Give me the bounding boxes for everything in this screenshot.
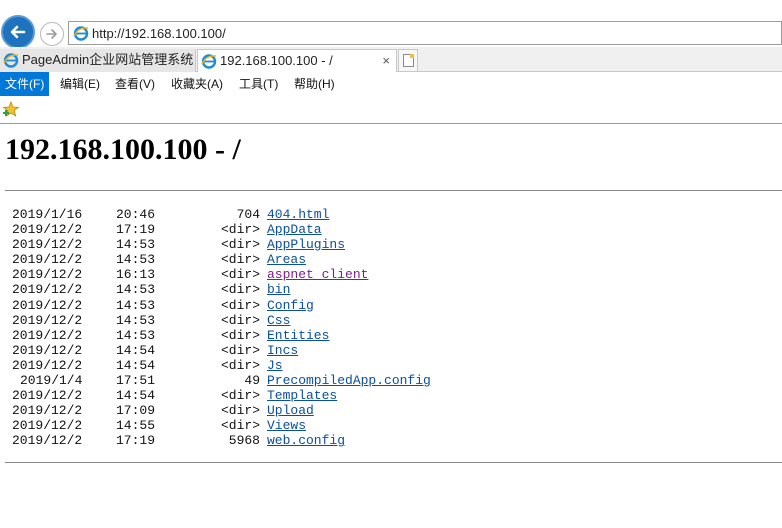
ie-logo-icon bbox=[201, 54, 217, 69]
entry-time: 14:55 bbox=[116, 418, 156, 434]
entry-link[interactable]: web.config bbox=[267, 433, 345, 448]
entry-time: 14:53 bbox=[116, 327, 156, 343]
entry-size: <dir> bbox=[220, 403, 260, 419]
entry-date: 2019/12/2 bbox=[12, 222, 83, 238]
address-bar[interactable]: http://192.168.100.100/ bbox=[68, 21, 782, 45]
menu-tools[interactable]: 工具(T) bbox=[234, 72, 283, 96]
add-to-favorites-icon[interactable] bbox=[2, 101, 20, 117]
entry-time: 17:51 bbox=[116, 373, 156, 389]
entry-time: 16:13 bbox=[116, 267, 156, 283]
entry-size: <dir> bbox=[220, 282, 260, 298]
entry-date: 2019/12/2 bbox=[12, 297, 83, 313]
entry-link[interactable]: 404.html bbox=[267, 207, 329, 222]
ie-logo-icon bbox=[3, 53, 19, 68]
entry-date: 2019/1/16 bbox=[12, 207, 83, 222]
entry-link[interactable]: Incs bbox=[267, 343, 298, 358]
entry-size: <dir> bbox=[220, 418, 260, 434]
entry-date: 2019/12/2 bbox=[12, 357, 83, 373]
entry-date: 2019/12/2 bbox=[12, 252, 83, 268]
divider bbox=[5, 462, 782, 463]
entry-date: 2019/12/2 bbox=[12, 267, 83, 283]
menu-help[interactable]: 帮助(H) bbox=[289, 72, 340, 96]
entry-time: 14:53 bbox=[116, 252, 156, 268]
entry-time: 17:19 bbox=[116, 433, 156, 449]
tab-strip: PageAdmin企业网站管理系统 192.168.100.100 - / × bbox=[0, 47, 782, 72]
entry-time: 17:19 bbox=[116, 222, 156, 238]
entry-time: 14:54 bbox=[116, 388, 156, 404]
entry-time: 14:54 bbox=[116, 342, 156, 358]
menu-file[interactable]: 文件(F) bbox=[0, 72, 50, 96]
entry-time: 20:46 bbox=[116, 207, 156, 222]
tab-label: PageAdmin企业网站管理系统 bbox=[22, 52, 194, 67]
entry-link[interactable]: Templates bbox=[267, 388, 337, 403]
entry-date: 2019/12/2 bbox=[12, 433, 83, 449]
entry-date: 2019/12/2 bbox=[12, 312, 83, 328]
entry-time: 14:53 bbox=[116, 282, 156, 298]
back-button[interactable] bbox=[1, 15, 35, 49]
entry-size: <dir> bbox=[220, 357, 260, 373]
entry-link[interactable]: AppPlugins bbox=[267, 237, 345, 252]
forward-button[interactable] bbox=[40, 22, 64, 46]
entry-size: <dir> bbox=[220, 252, 260, 268]
entry-time: 14:53 bbox=[116, 312, 156, 328]
entry-link[interactable]: Js bbox=[267, 358, 283, 373]
entry-size: <dir> bbox=[220, 327, 260, 343]
entry-size: <dir> bbox=[220, 237, 260, 253]
entry-link[interactable]: bin bbox=[267, 282, 290, 297]
url-text[interactable]: http://192.168.100.100/ bbox=[92, 26, 226, 41]
entry-date: 2019/12/2 bbox=[12, 237, 83, 253]
entry-size: <dir> bbox=[220, 312, 260, 328]
entry-date: 2019/12/2 bbox=[12, 388, 83, 404]
entry-size: 49 bbox=[244, 373, 260, 389]
entry-date: 2019/12/2 bbox=[12, 403, 83, 419]
close-tab-icon[interactable]: × bbox=[382, 50, 390, 72]
entry-size: <dir> bbox=[220, 267, 260, 283]
menu-favorites[interactable]: 收藏夹(A) bbox=[166, 72, 228, 96]
entry-size: <dir> bbox=[220, 342, 260, 358]
entry-link[interactable]: PrecompiledApp.config bbox=[267, 373, 431, 388]
entry-date: 2019/12/2 bbox=[12, 282, 83, 298]
entry-date: 2019/1/4 bbox=[20, 373, 83, 389]
divider bbox=[5, 190, 782, 191]
menu-bar: 文件(F) 编辑(E) 查看(V) 收藏夹(A) 工具(T) 帮助(H) bbox=[0, 72, 782, 96]
page-title: 192.168.100.100 - / bbox=[5, 133, 241, 166]
new-tab-button[interactable] bbox=[398, 49, 418, 71]
entry-time: 14:54 bbox=[116, 357, 156, 373]
menu-view[interactable]: 查看(V) bbox=[110, 72, 160, 96]
entry-size: 704 bbox=[236, 207, 260, 222]
entry-link[interactable]: Config bbox=[267, 298, 314, 313]
address-row: http://192.168.100.100/ bbox=[0, 0, 782, 49]
tab-pageadmin[interactable]: PageAdmin企业网站管理系统 bbox=[0, 49, 196, 72]
entry-size: <dir> bbox=[220, 297, 260, 313]
entry-link[interactable]: AppData bbox=[267, 222, 322, 237]
entry-link[interactable]: Entities bbox=[267, 328, 329, 343]
menu-edit[interactable]: 编辑(E) bbox=[55, 72, 105, 96]
favorites-bar bbox=[0, 96, 782, 124]
tab-label: 192.168.100.100 - / bbox=[220, 53, 333, 68]
tab-directory-listing[interactable]: 192.168.100.100 - / × bbox=[197, 49, 397, 72]
entry-size: <dir> bbox=[220, 222, 260, 238]
back-arrow-icon bbox=[10, 25, 26, 39]
entry-link[interactable]: aspnet_client bbox=[267, 267, 368, 282]
entry-time: 14:53 bbox=[116, 297, 156, 313]
entry-link[interactable]: Css bbox=[267, 313, 290, 328]
forward-arrow-icon bbox=[46, 29, 57, 39]
entry-link[interactable]: Upload bbox=[267, 403, 314, 418]
entry-date: 2019/12/2 bbox=[12, 342, 83, 358]
ie-logo-icon bbox=[73, 26, 89, 41]
entry-time: 17:09 bbox=[116, 403, 156, 419]
entry-date: 2019/12/2 bbox=[12, 418, 83, 434]
entry-date: 2019/12/2 bbox=[12, 327, 83, 343]
entry-size: 5968 bbox=[228, 433, 260, 449]
entry-link[interactable]: Views bbox=[267, 418, 306, 433]
entry-size: <dir> bbox=[220, 388, 260, 404]
entry-link[interactable]: Areas bbox=[267, 252, 306, 267]
entry-time: 14:53 bbox=[116, 237, 156, 253]
